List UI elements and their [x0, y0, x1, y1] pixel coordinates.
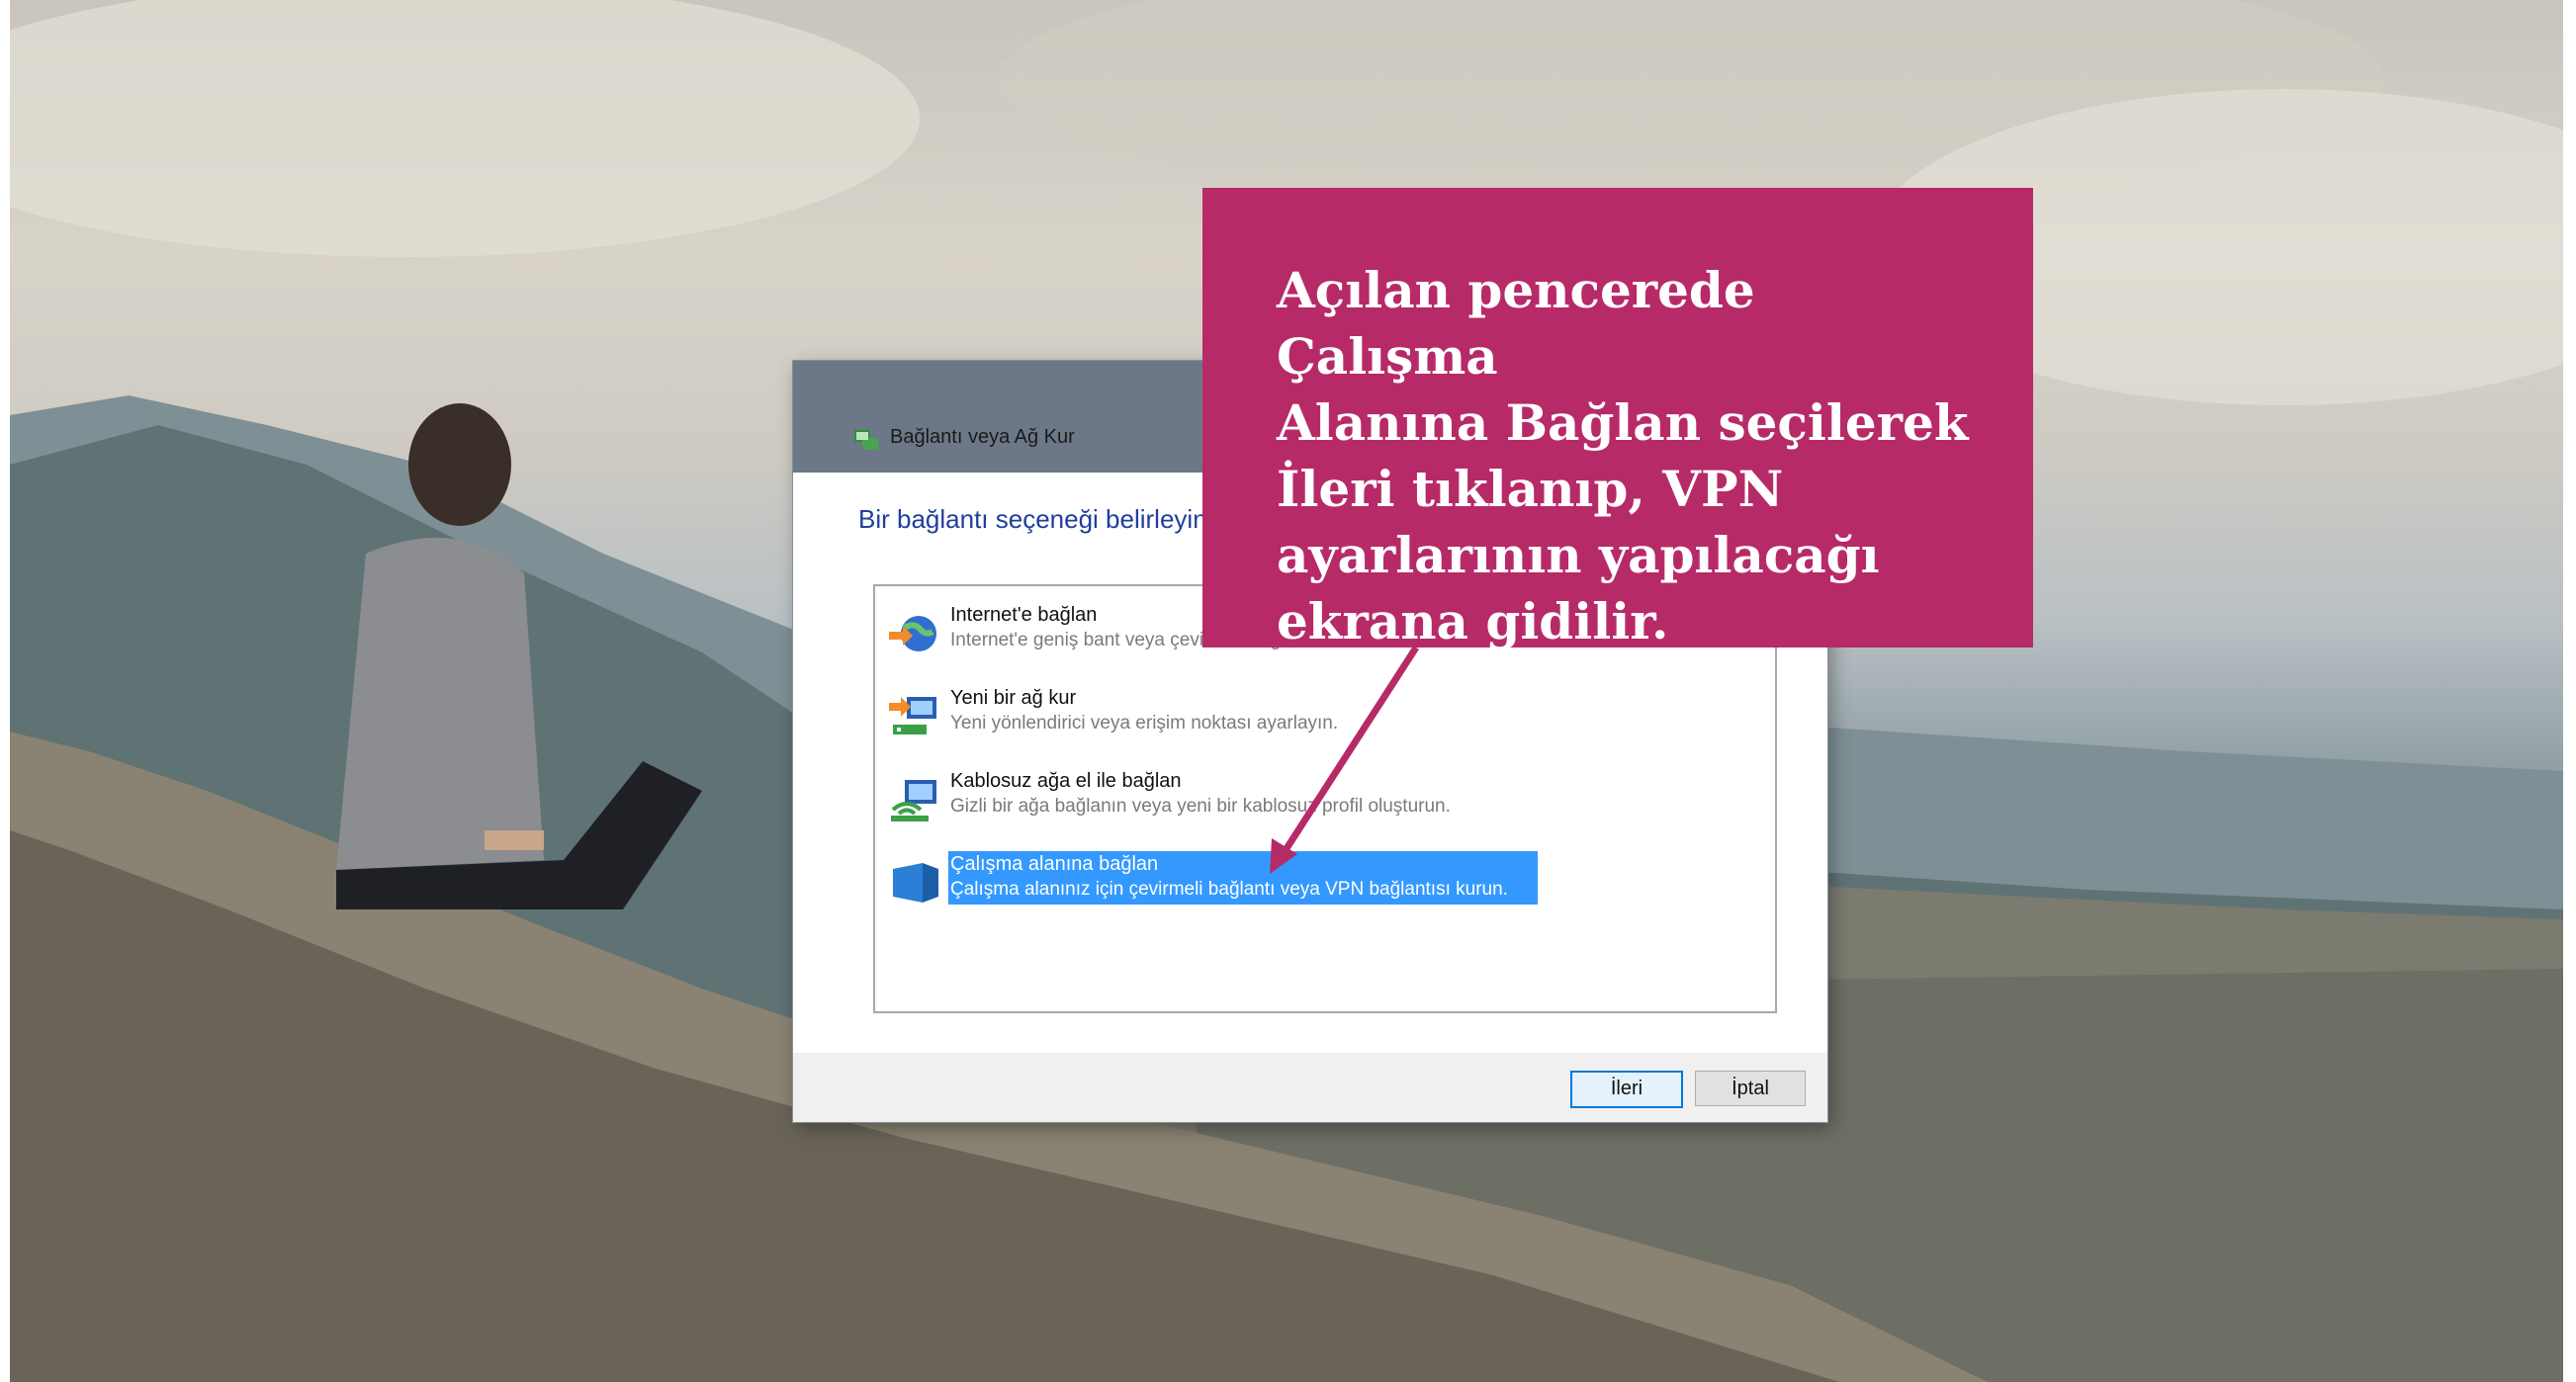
globe-icon: [889, 616, 936, 651]
option-manual-wireless[interactable]: Kablosuz ağa el ile bağlan Gizli bir ağa…: [881, 768, 1573, 829]
option-workplace[interactable]: Çalışma alanına bağlan Çalışma alanınız …: [881, 851, 1573, 912]
option-new-network[interactable]: Yeni bir ağ kur Yeni yönlendirici veya e…: [881, 685, 1573, 746]
instruction-callout: Açılan pencerede Çalışma Alanına Bağlan …: [1202, 188, 2033, 650]
dialog-heading: Bir bağlantı seçeneği belirleyin: [858, 504, 1207, 534]
network-setup-icon: [854, 430, 878, 450]
option-description: Yeni yönlendirici veya erişim noktası ay…: [950, 713, 1339, 734]
option-description: Gizli bir ağa bağlanın veya yeni bir kab…: [950, 796, 1451, 817]
wireless-icon: [891, 780, 936, 821]
option-title: Çalışma alanına bağlan: [950, 853, 1159, 875]
option-title: Yeni bir ağ kur: [950, 687, 1077, 709]
dialog-title: Bağlantı veya Ağ Kur: [890, 426, 1075, 448]
next-button[interactable]: İleri: [1570, 1071, 1683, 1108]
option-title: Internet'e bağlan: [950, 604, 1098, 626]
router-icon: [889, 697, 936, 734]
option-title: Kablosuz ağa el ile bağlan: [950, 770, 1182, 792]
workplace-icon: [893, 863, 938, 903]
cancel-button[interactable]: İptal: [1695, 1071, 1806, 1106]
option-description: Çalışma alanınız için çevirmeli bağlantı…: [950, 879, 1508, 900]
callout-text: Açılan pencerede Çalışma Alanına Bağlan …: [1277, 261, 1969, 650]
